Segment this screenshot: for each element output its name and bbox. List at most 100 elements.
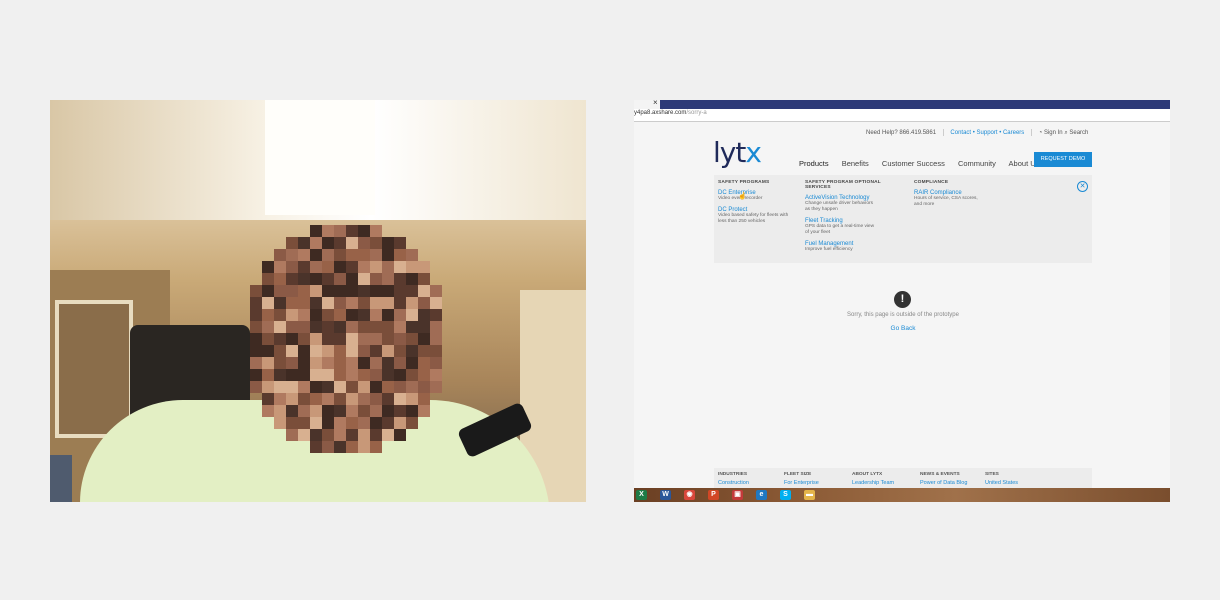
mosaic-pixel <box>334 369 346 381</box>
mosaic-pixel <box>322 393 334 405</box>
mosaic-pixel <box>298 405 310 417</box>
close-icon[interactable]: ✕ <box>1077 181 1088 192</box>
mosaic-pixel <box>394 261 406 273</box>
mosaic-pixel <box>370 261 382 273</box>
skype-icon[interactable]: S <box>780 490 791 500</box>
mosaic-pixel <box>358 273 370 285</box>
mosaic-pixel <box>286 369 298 381</box>
mosaic-pixel <box>394 417 406 429</box>
mosaic-pixel <box>358 381 370 393</box>
footer-link[interactable]: Leadership Team <box>852 480 894 486</box>
excel-icon[interactable]: X <box>636 490 647 500</box>
mosaic-pixel <box>370 417 382 429</box>
mosaic-pixel <box>394 357 406 369</box>
mosaic-pixel <box>334 429 346 441</box>
mosaic-pixel <box>286 393 298 405</box>
browser-tab[interactable]: × <box>634 100 660 109</box>
mosaic-pixel <box>346 417 358 429</box>
dropdown-heading: SAFETY PROGRAMS <box>718 180 770 185</box>
folder-icon[interactable]: ▬ <box>804 490 815 500</box>
mosaic-pixel <box>334 441 346 453</box>
mosaic-pixel <box>322 321 334 333</box>
mosaic-pixel <box>382 393 394 405</box>
lytx-logo[interactable]: lytx <box>713 136 762 169</box>
mosaic-pixel <box>334 417 346 429</box>
mosaic-pixel <box>370 273 382 285</box>
mosaic-pixel <box>346 393 358 405</box>
mosaic-pixel <box>346 225 358 237</box>
contact-links[interactable]: Contact • Support • Careers <box>950 130 1024 136</box>
mosaic-pixel <box>406 381 418 393</box>
web-page: Need Help? 866.419.5861 Contact • Suppor… <box>634 122 1170 488</box>
mosaic-pixel <box>310 441 322 453</box>
mosaic-pixel <box>334 297 346 309</box>
mosaic-pixel <box>430 333 442 345</box>
mosaic-pixel <box>370 321 382 333</box>
mosaic-pixel <box>382 369 394 381</box>
footer-link[interactable]: For Enterprise <box>784 480 819 486</box>
mosaic-pixel <box>394 273 406 285</box>
mosaic-pixel <box>274 345 286 357</box>
tab-close-icon[interactable]: × <box>653 100 658 107</box>
app-icon[interactable]: ▣ <box>732 490 743 500</box>
nav-community[interactable]: Community <box>958 159 996 168</box>
nav-benefits[interactable]: Benefits <box>842 159 869 168</box>
mosaic-pixel <box>418 297 430 309</box>
mosaic-pixel <box>358 309 370 321</box>
mosaic-pixel <box>382 237 394 249</box>
utility-bar: Need Help? 866.419.5861 Contact • Suppor… <box>866 129 1088 137</box>
mosaic-pixel <box>406 333 418 345</box>
mosaic-pixel <box>298 297 310 309</box>
mosaic-pixel <box>334 249 346 261</box>
mosaic-pixel <box>286 297 298 309</box>
footer-link[interactable]: United States <box>985 480 1018 486</box>
mosaic-pixel <box>322 417 334 429</box>
dropdown-col-optional-services: SAFETY PROGRAM OPTIONAL SERVICES ActiveV… <box>805 180 905 253</box>
nav-products[interactable]: Products <box>799 159 829 168</box>
mosaic-pixel <box>310 297 322 309</box>
mosaic-pixel <box>382 405 394 417</box>
mosaic-pixel <box>346 429 358 441</box>
mouse-cursor-icon: ☝ <box>738 193 747 200</box>
mosaic-pixel <box>262 297 274 309</box>
footer-link[interactable]: Construction <box>718 480 749 486</box>
mosaic-pixel <box>418 357 430 369</box>
mosaic-pixel <box>298 369 310 381</box>
mosaic-pixel <box>334 273 346 285</box>
mosaic-pixel <box>382 357 394 369</box>
mosaic-pixel <box>382 333 394 345</box>
mosaic-pixel <box>286 309 298 321</box>
video-corner-overlay <box>50 455 72 502</box>
ie-icon[interactable]: e <box>756 490 767 500</box>
go-back-link[interactable]: Go Back <box>874 325 932 332</box>
word-icon[interactable]: W <box>660 490 671 500</box>
sign-in-link[interactable]: Sign In <box>1044 130 1063 136</box>
mosaic-pixel <box>274 417 286 429</box>
mosaic-pixel <box>322 429 334 441</box>
chrome-icon[interactable]: ◉ <box>684 490 695 500</box>
footer-heading: NEWS & EVENTS <box>920 472 960 477</box>
dropdown-col-safety-programs: SAFETY PROGRAMS DC Enterprise Video even… <box>718 180 798 225</box>
mosaic-pixel <box>346 345 358 357</box>
address-bar[interactable]: y4pa8.axshare.com/sorry-a <box>634 109 1170 122</box>
link-description: of your fleet <box>805 230 831 235</box>
mosaic-pixel <box>274 393 286 405</box>
mosaic-pixel <box>370 309 382 321</box>
footer-link[interactable]: Power of Data Blog <box>920 480 967 486</box>
mosaic-pixel <box>358 321 370 333</box>
mosaic-pixel <box>370 237 382 249</box>
mosaic-pixel <box>298 237 310 249</box>
powerpoint-icon[interactable]: P <box>708 490 719 500</box>
mosaic-pixel <box>286 273 298 285</box>
mosaic-pixel <box>334 405 346 417</box>
request-demo-button[interactable]: REQUEST DEMO <box>1034 152 1092 167</box>
mosaic-pixel <box>394 237 406 249</box>
mosaic-pixel <box>370 225 382 237</box>
mosaic-pixel <box>430 321 442 333</box>
mosaic-pixel <box>334 285 346 297</box>
search-link[interactable]: Search <box>1069 130 1088 136</box>
nav-customer-success[interactable]: Customer Success <box>882 159 945 168</box>
mosaic-pixel <box>382 273 394 285</box>
mosaic-pixel <box>346 357 358 369</box>
mosaic-pixel <box>274 357 286 369</box>
